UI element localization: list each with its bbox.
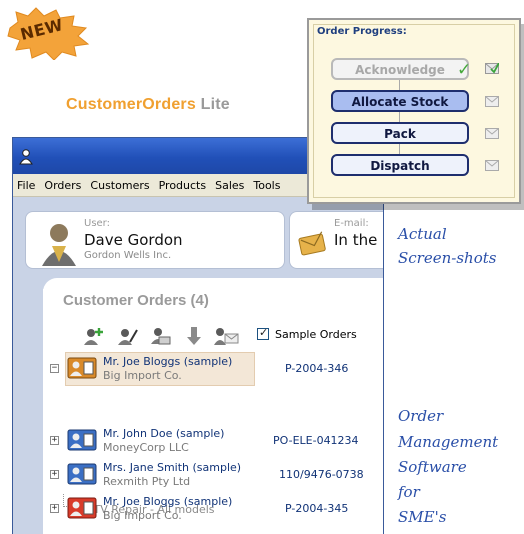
user-name: Dave Gordon (84, 231, 183, 249)
order-reference: P-2004-346 (285, 362, 349, 375)
caption-order: Order (398, 407, 444, 425)
expand-toggle[interactable]: + (50, 436, 59, 445)
order-reference: PO-ELE-041234 (273, 434, 359, 447)
orders-side-strip (13, 278, 43, 534)
sample-orders-label: Sample Orders (275, 328, 357, 341)
email-envelope-icon (298, 231, 326, 256)
collapse-toggle[interactable]: − (50, 364, 59, 373)
add-customer-icon[interactable] (83, 326, 105, 346)
order-progress-panel: Order Progress: Acknowledge ✓ Allocate S… (307, 18, 521, 204)
step-connector (399, 112, 400, 122)
menu-tools[interactable]: Tools (253, 179, 280, 192)
step-dispatch[interactable]: Dispatch (331, 154, 469, 176)
customer-name: Mr. Joe Bloggs (sample) (103, 495, 233, 508)
menu-sales[interactable]: Sales (215, 179, 244, 192)
order-row[interactable]: + Mr. Joe Bloggs (sample) Big Import Co.… (43, 492, 383, 526)
orders-panel: Customer Orders (4) Sample Orders − (43, 278, 383, 534)
email-icon[interactable] (485, 96, 499, 107)
customer-card-icon (67, 463, 97, 485)
print-order-icon[interactable] (149, 326, 171, 346)
order-row[interactable]: + Mr. John Doe (sample) MoneyCorp LLC PO… (43, 424, 383, 458)
customer-card-icon (67, 497, 97, 519)
caption-for: for (398, 483, 420, 501)
order-progress-title: Order Progress: (317, 26, 407, 37)
step-acknowledge[interactable]: Acknowledge (331, 58, 469, 80)
email-sent-icon[interactable] (485, 63, 499, 74)
move-down-icon[interactable] (183, 326, 205, 346)
customer-name: Mr. John Doe (sample) (103, 427, 225, 440)
user-label: User: (84, 218, 110, 229)
caption-actual: Actual (398, 225, 447, 243)
caption-management: Management (398, 433, 499, 451)
sample-orders-checkbox[interactable] (257, 326, 269, 340)
product-edition: Lite (200, 96, 230, 113)
email-icon[interactable] (485, 160, 499, 171)
app-user-icon (19, 149, 33, 165)
step-connector (399, 144, 400, 154)
caption-screenshots: Screen-shots (398, 249, 497, 267)
email-icon[interactable] (485, 128, 499, 139)
step-allocate-stock[interactable]: Allocate Stock (331, 90, 469, 112)
email-label: E-mail: (334, 218, 369, 229)
product-title: CustomerOrders Lite (66, 96, 230, 114)
customer-company: Rexmith Pty Ltd (103, 475, 191, 488)
order-row[interactable]: + Mrs. Jane Smith (sample) Rexmith Pty L… (43, 458, 383, 492)
email-value: In the (334, 231, 378, 249)
customer-company: Big Import Co. (103, 509, 182, 522)
email-card: E-mail: In the (289, 211, 383, 269)
edit-order-icon[interactable] (116, 326, 138, 346)
order-reference: 110/9476-0738 (279, 468, 364, 481)
caption-smes: SME's (398, 508, 447, 526)
user-avatar-icon (42, 224, 76, 266)
step-complete-check-icon: ✓ (457, 60, 472, 80)
caption-software: Software (398, 458, 467, 476)
customer-card-icon (67, 429, 97, 451)
orders-heading: Customer Orders (4) (63, 292, 209, 309)
menu-file[interactable]: File (17, 179, 35, 192)
user-area: User: Dave Gordon Gordon Wells Inc. E-ma… (13, 197, 383, 289)
menu-orders[interactable]: Orders (44, 179, 81, 192)
customer-card-icon (67, 357, 97, 379)
expand-toggle[interactable]: + (50, 504, 59, 513)
step-pack[interactable]: Pack (331, 122, 469, 144)
customer-company: Big Import Co. (103, 369, 182, 382)
email-order-icon[interactable] (213, 326, 239, 346)
order-reference: P-2004-345 (285, 502, 349, 515)
menu-products[interactable]: Products (159, 179, 207, 192)
expand-toggle[interactable]: + (50, 470, 59, 479)
customer-name: Mr. Joe Bloggs (sample) (103, 355, 233, 368)
order-row[interactable]: − Mr. Joe Bloggs (sample) Big Import Co.… (43, 352, 383, 386)
menu-customers[interactable]: Customers (90, 179, 149, 192)
new-badge: NEW (4, 6, 96, 60)
step-connector (399, 80, 400, 90)
product-name: CustomerOrders (66, 96, 196, 113)
customer-company: MoneyCorp LLC (103, 441, 189, 454)
user-company: Gordon Wells Inc. (84, 250, 172, 261)
customer-name: Mrs. Jane Smith (sample) (103, 461, 242, 474)
user-card: User: Dave Gordon Gordon Wells Inc. (25, 211, 285, 269)
